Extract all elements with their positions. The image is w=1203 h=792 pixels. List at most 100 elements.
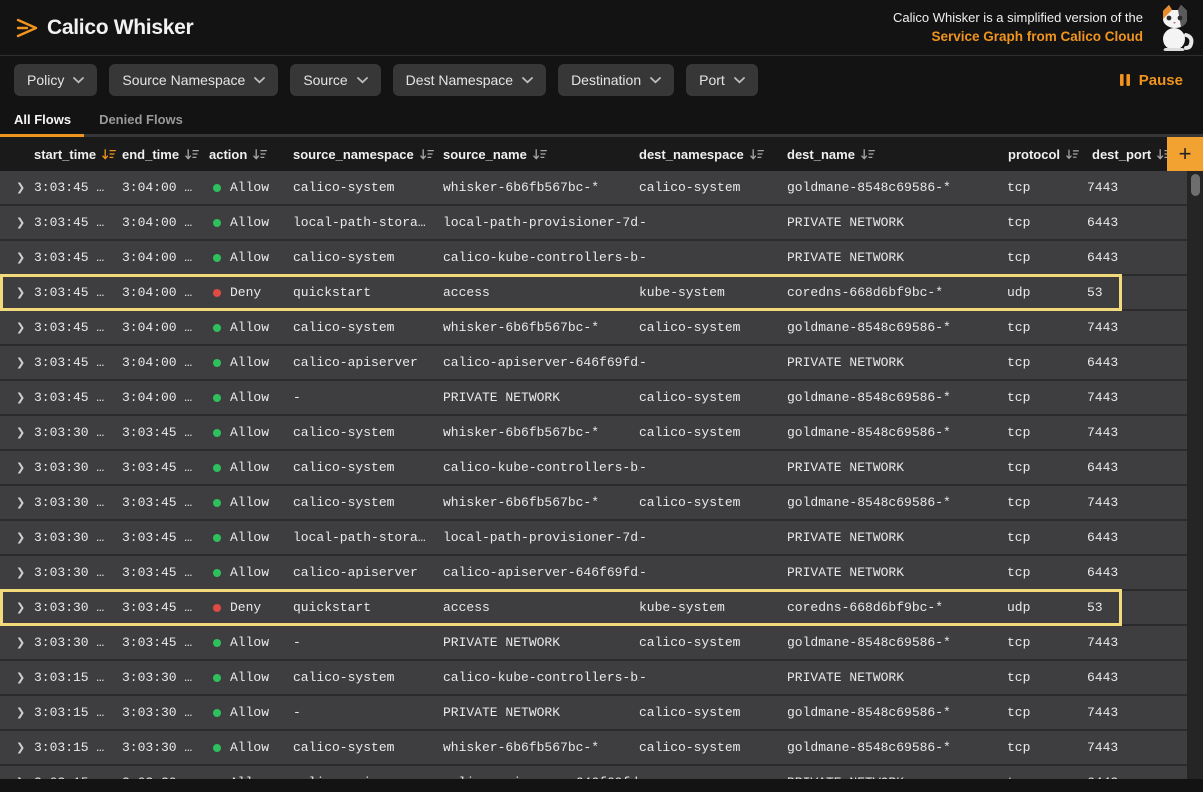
cell-source_namespace: quickstart — [293, 600, 443, 615]
sort-icon — [1066, 149, 1079, 160]
table-row[interactable]: ❯3:03:45 …3:04:00 …Allowcalico-systemwhi… — [0, 171, 1187, 206]
column-header-action[interactable]: action — [209, 147, 293, 162]
expand-caret-icon[interactable]: ❯ — [0, 601, 34, 614]
expand-caret-icon[interactable]: ❯ — [0, 356, 34, 369]
table-row[interactable]: ❯3:03:45 …3:04:00 …Allowcalico-systemcal… — [0, 241, 1187, 276]
table-row[interactable]: ❯3:03:15 …3:03:30 …Allowcalico-systemcal… — [0, 661, 1187, 696]
deny-status-dot — [213, 289, 221, 297]
cell-protocol: tcp — [995, 250, 1079, 265]
cell-dest_name: goldmane-8548c69586-* — [787, 180, 995, 195]
cell-action: Allow — [209, 215, 293, 230]
filter-label: Source — [303, 72, 347, 88]
pause-button[interactable]: Pause — [1119, 72, 1183, 89]
filter-policy-dropdown[interactable]: Policy — [14, 64, 97, 96]
service-graph-link[interactable]: Service Graph from Calico Cloud — [893, 27, 1143, 47]
allow-status-dot — [213, 709, 221, 717]
expand-caret-icon[interactable]: ❯ — [0, 636, 34, 649]
cell-dest_port: 7443 — [1079, 635, 1174, 650]
column-header-label: start_time — [34, 147, 96, 162]
table-row[interactable]: ❯3:03:30 …3:03:45 …Allowlocal-path-stora… — [0, 521, 1187, 556]
expand-caret-icon[interactable]: ❯ — [0, 741, 34, 754]
table-row[interactable]: ❯3:03:15 …3:03:30 …Allowcalico-systemwhi… — [0, 731, 1187, 766]
table-row[interactable]: ❯3:03:45 …3:04:00 …Denyquickstartaccessk… — [0, 276, 1187, 311]
cell-protocol: tcp — [995, 180, 1079, 195]
filter-destination-dropdown[interactable]: Destination — [558, 64, 674, 96]
expand-caret-icon[interactable]: ❯ — [0, 566, 34, 579]
column-header-dest_name[interactable]: dest_name — [787, 147, 995, 162]
table-row[interactable]: ❯3:03:30 …3:03:45 …Allowcalico-systemcal… — [0, 451, 1187, 486]
table-row[interactable]: ❯3:03:45 …3:04:00 …Allowlocal-path-stora… — [0, 206, 1187, 241]
cell-action: Allow — [209, 740, 293, 755]
expand-caret-icon[interactable]: ❯ — [0, 461, 34, 474]
tab-denied-flows[interactable]: Denied Flows — [99, 112, 183, 127]
cell-start_time: 3:03:30 … — [34, 565, 122, 580]
expand-caret-icon[interactable]: ❯ — [0, 216, 34, 229]
scrollbar-thumb[interactable] — [1191, 174, 1200, 196]
table-row[interactable]: ❯3:03:15 …3:03:30 …Allow-PRIVATE NETWORK… — [0, 696, 1187, 731]
column-header-start_time[interactable]: start_time — [34, 147, 122, 162]
column-header-label: dest_namespace — [639, 147, 744, 162]
table-row[interactable]: ❯3:03:30 …3:03:45 …Allowcalico-systemwhi… — [0, 486, 1187, 521]
filter-port-dropdown[interactable]: Port — [686, 64, 758, 96]
add-column-button[interactable]: + — [1167, 137, 1203, 171]
filter-source-namespace-dropdown[interactable]: Source Namespace — [109, 64, 278, 96]
expand-caret-icon[interactable]: ❯ — [0, 531, 34, 544]
expand-caret-icon[interactable]: ❯ — [0, 286, 34, 299]
cell-source_name: local-path-provisioner-7d… — [443, 215, 639, 230]
cell-start_time: 3:03:15 … — [34, 775, 122, 779]
cell-action: Allow — [209, 775, 293, 779]
page-title: Calico Whisker — [47, 16, 193, 40]
table-row[interactable]: ❯3:03:15 …3:03:30 …Allowcalico-apiserver… — [0, 766, 1187, 779]
action-label: Allow — [230, 320, 269, 335]
expand-caret-icon[interactable]: ❯ — [0, 181, 34, 194]
cell-dest_name: PRIVATE NETWORK — [787, 460, 995, 475]
table-row[interactable]: ❯3:03:30 …3:03:45 …Allowcalico-systemwhi… — [0, 416, 1187, 451]
cell-source_name: whisker-6b6fb567bc-* — [443, 425, 639, 440]
column-header-protocol[interactable]: protocol — [995, 147, 1079, 162]
cell-end_time: 3:03:45 … — [122, 460, 209, 475]
cell-source_name: access — [443, 285, 639, 300]
cell-action: Allow — [209, 390, 293, 405]
column-header-dest_port[interactable]: dest_port — [1079, 147, 1174, 162]
table-row[interactable]: ❯3:03:30 …3:03:45 …Denyquickstartaccessk… — [0, 591, 1187, 626]
cell-dest_port: 53 — [1079, 285, 1174, 300]
table-header: start_time end_timeactionsource_namespace… — [0, 137, 1203, 171]
expand-caret-icon[interactable]: ❯ — [0, 496, 34, 509]
tab-all-flows[interactable]: All Flows — [14, 112, 71, 127]
expand-caret-icon[interactable]: ❯ — [0, 251, 34, 264]
cell-start_time: 3:03:45 … — [34, 180, 122, 195]
expand-caret-icon[interactable]: ❯ — [0, 426, 34, 439]
expand-caret-icon[interactable]: ❯ — [0, 776, 34, 779]
table-row[interactable]: ❯3:03:45 …3:04:00 …Allowcalico-systemwhi… — [0, 311, 1187, 346]
action-label: Allow — [230, 530, 269, 545]
expand-caret-icon[interactable]: ❯ — [0, 321, 34, 334]
cell-dest_namespace: - — [639, 460, 787, 475]
table-row[interactable]: ❯3:03:45 …3:04:00 …Allow-PRIVATE NETWORK… — [0, 381, 1187, 416]
column-header-source_namespace[interactable]: source_namespace — [293, 147, 443, 162]
cell-source_name: calico-apiserver-646f69fd… — [443, 565, 639, 580]
filter-source-dropdown[interactable]: Source — [290, 64, 380, 96]
allow-status-dot — [213, 639, 221, 647]
allow-status-dot — [213, 429, 221, 437]
scrollbar-track[interactable] — [1187, 171, 1203, 779]
table-row[interactable]: ❯3:03:30 …3:03:45 …Allowcalico-apiserver… — [0, 556, 1187, 591]
column-header-dest_namespace[interactable]: dest_namespace — [639, 147, 787, 162]
table-row[interactable]: ❯3:03:30 …3:03:45 …Allow-PRIVATE NETWORK… — [0, 626, 1187, 661]
sort-icon — [185, 149, 199, 160]
filter-dest-namespace-dropdown[interactable]: Dest Namespace — [393, 64, 546, 96]
expand-caret-icon[interactable]: ❯ — [0, 391, 34, 404]
cell-source_namespace: local-path-stora… — [293, 530, 443, 545]
pause-icon — [1119, 73, 1131, 87]
cell-action: Allow — [209, 250, 293, 265]
cell-protocol: tcp — [995, 635, 1079, 650]
column-header-source_name[interactable]: source_name — [443, 147, 639, 162]
filter-label: Policy — [27, 72, 64, 88]
cell-start_time: 3:03:30 … — [34, 530, 122, 545]
expand-caret-icon[interactable]: ❯ — [0, 671, 34, 684]
cell-source_name: local-path-provisioner-7d… — [443, 530, 639, 545]
column-header-end_time[interactable]: end_time — [122, 147, 209, 162]
expand-caret-icon[interactable]: ❯ — [0, 706, 34, 719]
table-row[interactable]: ❯3:03:45 …3:04:00 …Allowcalico-apiserver… — [0, 346, 1187, 381]
cell-end_time: 3:03:45 … — [122, 565, 209, 580]
allow-status-dot — [213, 394, 221, 402]
